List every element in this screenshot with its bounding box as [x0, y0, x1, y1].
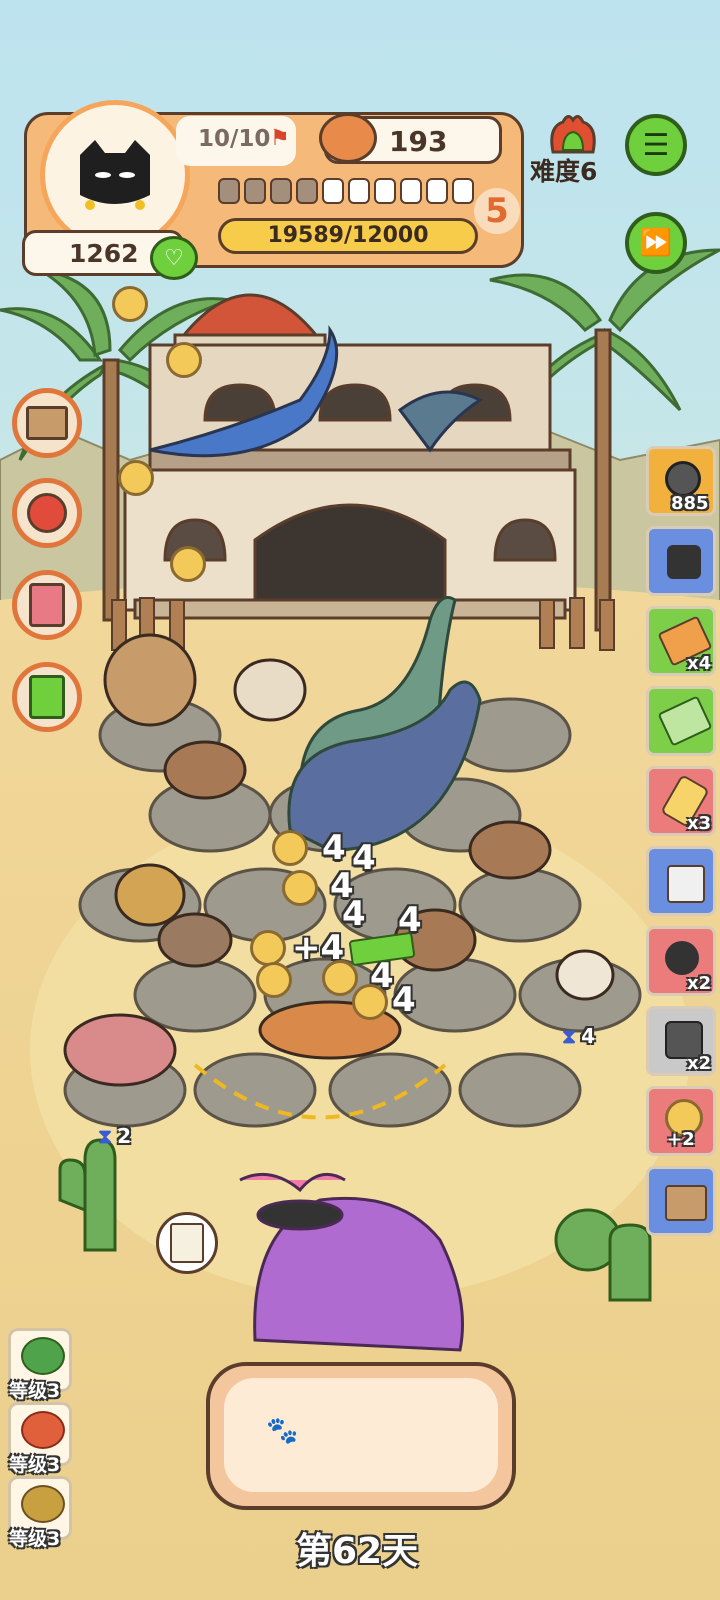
lucky-cat-button[interactable]: [12, 478, 82, 548]
level-number: 5: [485, 191, 509, 231]
menu-button[interactable]: ☰: [625, 114, 687, 176]
black-cat-icon: [80, 140, 150, 210]
film-reel-icon: [665, 461, 701, 497]
stamina-display: 10/10 ⚑: [176, 116, 296, 166]
paw-icon: 🐾: [266, 1416, 299, 1446]
segment: [270, 178, 292, 204]
segment: [296, 178, 318, 204]
list-icon: ☰: [642, 127, 670, 163]
segment: [244, 178, 266, 204]
paw-coin[interactable]: [352, 984, 388, 1020]
red-blob-icon: [21, 1411, 65, 1449]
dialog-plate[interactable]: 🐾: [206, 1362, 516, 1510]
food-display: 193: [319, 113, 502, 164]
floating-reward: 4: [322, 828, 346, 868]
item-slot[interactable]: [646, 526, 716, 596]
item-slot[interactable]: [646, 686, 716, 756]
egg-timer: ⧗ 2: [98, 1124, 131, 1148]
progress-segments: [218, 178, 480, 208]
floating-reward: 4: [352, 838, 376, 878]
level-item-label: 等级3: [9, 1380, 61, 1402]
fast-forward-icon: ⏩: [639, 228, 673, 258]
item-slot[interactable]: 885: [646, 446, 716, 516]
paw-coin[interactable]: [166, 342, 202, 378]
segment: [400, 178, 422, 204]
segment: [348, 178, 370, 204]
paw-coin[interactable]: [282, 870, 318, 906]
spotted-egg-icon: [21, 1485, 65, 1523]
paw-coin[interactable]: [118, 460, 154, 496]
segment: [322, 178, 344, 204]
segment: [452, 178, 474, 204]
heart-icon: ♡: [164, 245, 184, 271]
hourglass-icon: ⧗: [562, 1024, 577, 1048]
certificate-icon: [170, 1223, 204, 1263]
difficulty-badge[interactable]: 难度6: [530, 112, 620, 192]
heart-coin-button[interactable]: ♡: [150, 236, 198, 280]
stamina-value: 10/10: [198, 126, 271, 152]
difficulty-label: 难度6: [530, 157, 598, 186]
item-count: x4: [687, 653, 712, 674]
item-slot[interactable]: x3: [646, 766, 716, 836]
cat-tree-button[interactable]: [12, 570, 82, 640]
level-number-badge: 5: [474, 188, 520, 234]
experience-bar: 19589/12000: [218, 218, 478, 254]
box-icon: [26, 406, 68, 440]
green-blob-icon: [21, 1337, 65, 1375]
timer-value: 2: [117, 1124, 132, 1148]
camera-tool-icon: [667, 545, 701, 579]
medkit-icon: [29, 675, 65, 719]
flame-icon: [550, 115, 596, 154]
paw-coin[interactable]: [256, 962, 292, 998]
item-slot[interactable]: x2: [646, 926, 716, 996]
flag-icon: ⚑: [270, 126, 290, 151]
item-slot[interactable]: [646, 1166, 716, 1236]
item-slot[interactable]: +2: [646, 1086, 716, 1156]
lucky-cat-icon: [27, 493, 67, 533]
basket-icon: [665, 1185, 707, 1221]
timer-value: 4: [581, 1024, 596, 1048]
item-slot[interactable]: x2: [646, 1006, 716, 1076]
paw-coin[interactable]: [272, 830, 308, 866]
level-item-label: 等级3: [9, 1454, 61, 1476]
item-count: x3: [687, 813, 712, 834]
coupon-icon: [657, 695, 713, 747]
day-label: 第62天: [296, 1531, 419, 1572]
paw-coin[interactable]: [250, 930, 286, 966]
experience-text: 19589/12000: [267, 223, 429, 248]
food-count: 193: [389, 125, 448, 158]
medkit-button[interactable]: [12, 662, 82, 732]
floating-reward: 4: [342, 894, 366, 934]
hourglass-icon: ⧗: [98, 1124, 113, 1148]
item-count: 885: [671, 493, 709, 514]
paw-coin[interactable]: [112, 286, 148, 322]
cat-tree-icon: [29, 583, 65, 627]
floating-reward: 4: [392, 980, 416, 1020]
paw-coin[interactable]: [170, 546, 206, 582]
item-count: +2: [667, 1129, 695, 1150]
player-avatar[interactable]: [40, 100, 190, 250]
food-bowl-icon: [319, 113, 377, 163]
level-item-label: 等级3: [9, 1528, 61, 1550]
fast-forward-button[interactable]: ⏩: [625, 212, 687, 274]
segment: [374, 178, 396, 204]
grinder-icon: [667, 865, 705, 903]
item-count: x2: [687, 1053, 712, 1074]
certificate-bubble[interactable]: [156, 1212, 218, 1274]
egg-timer: ⧗ 4: [562, 1024, 595, 1048]
segment: [426, 178, 448, 204]
item-slot[interactable]: x4: [646, 606, 716, 676]
item-slot[interactable]: [646, 846, 716, 916]
storage-box-button[interactable]: [12, 388, 82, 458]
device-icon: [665, 941, 699, 975]
item-count: x2: [687, 973, 712, 994]
coin-count: 1262: [69, 239, 139, 268]
segment: [218, 178, 240, 204]
